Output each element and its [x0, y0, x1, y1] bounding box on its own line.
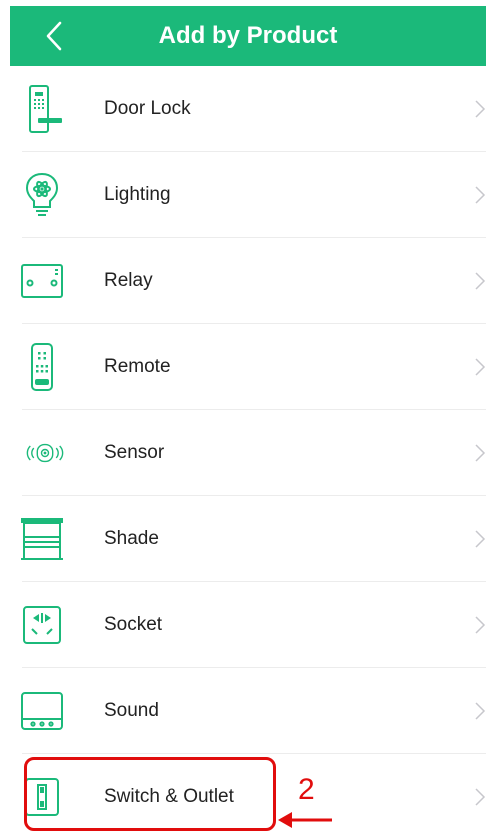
page-title: Add by Product — [158, 22, 338, 49]
list-item-label: Sound — [104, 700, 159, 721]
list-item-label: Socket — [104, 614, 163, 635]
chevron-right-icon — [475, 272, 486, 290]
list-item-label: Door Lock — [104, 98, 191, 119]
lighting-icon — [18, 171, 66, 219]
arrow-left-icon — [278, 812, 332, 828]
chevron-right-icon — [475, 702, 486, 720]
chevron-right-icon — [475, 358, 486, 376]
chevron-right-icon — [475, 444, 486, 462]
chevron-right-icon — [475, 616, 486, 634]
list-item-door-lock[interactable]: Door Lock — [10, 66, 486, 152]
list-item-socket[interactable]: Socket — [10, 582, 486, 668]
add-by-product-screen: Add by Product Door Lock Lighting Relay … — [0, 0, 486, 833]
list-item-label: Remote — [104, 356, 171, 377]
list-item-label: Shade — [104, 528, 159, 549]
list-item-lighting[interactable]: Lighting — [10, 152, 486, 238]
chevron-right-icon — [475, 186, 486, 204]
header-bar: Add by Product — [10, 6, 486, 66]
list-item-remote[interactable]: Remote — [10, 324, 486, 410]
list-item-sensor[interactable]: Sensor — [10, 410, 486, 496]
product-list: Door Lock Lighting Relay Remote Sensor S… — [10, 66, 486, 833]
annotation-highlight-box — [24, 757, 276, 831]
chevron-left-icon — [46, 21, 62, 51]
chevron-right-icon — [475, 530, 486, 548]
relay-icon — [18, 257, 66, 305]
list-item-relay[interactable]: Relay — [10, 238, 486, 324]
shade-icon — [18, 515, 66, 563]
socket-icon — [18, 601, 66, 649]
back-button[interactable] — [32, 14, 76, 58]
list-item-label: Lighting — [104, 184, 171, 205]
annotation-step-number: 2 — [298, 773, 315, 806]
chevron-right-icon — [475, 100, 486, 118]
list-item-label: Relay — [104, 270, 153, 291]
remote-icon — [18, 343, 66, 391]
chevron-right-icon — [475, 788, 486, 806]
list-item-sound[interactable]: Sound — [10, 668, 486, 754]
list-item-shade[interactable]: Shade — [10, 496, 486, 582]
door-lock-icon — [18, 85, 66, 133]
list-item-label: Sensor — [104, 442, 165, 463]
sound-icon — [18, 687, 66, 735]
sensor-icon — [18, 429, 66, 477]
